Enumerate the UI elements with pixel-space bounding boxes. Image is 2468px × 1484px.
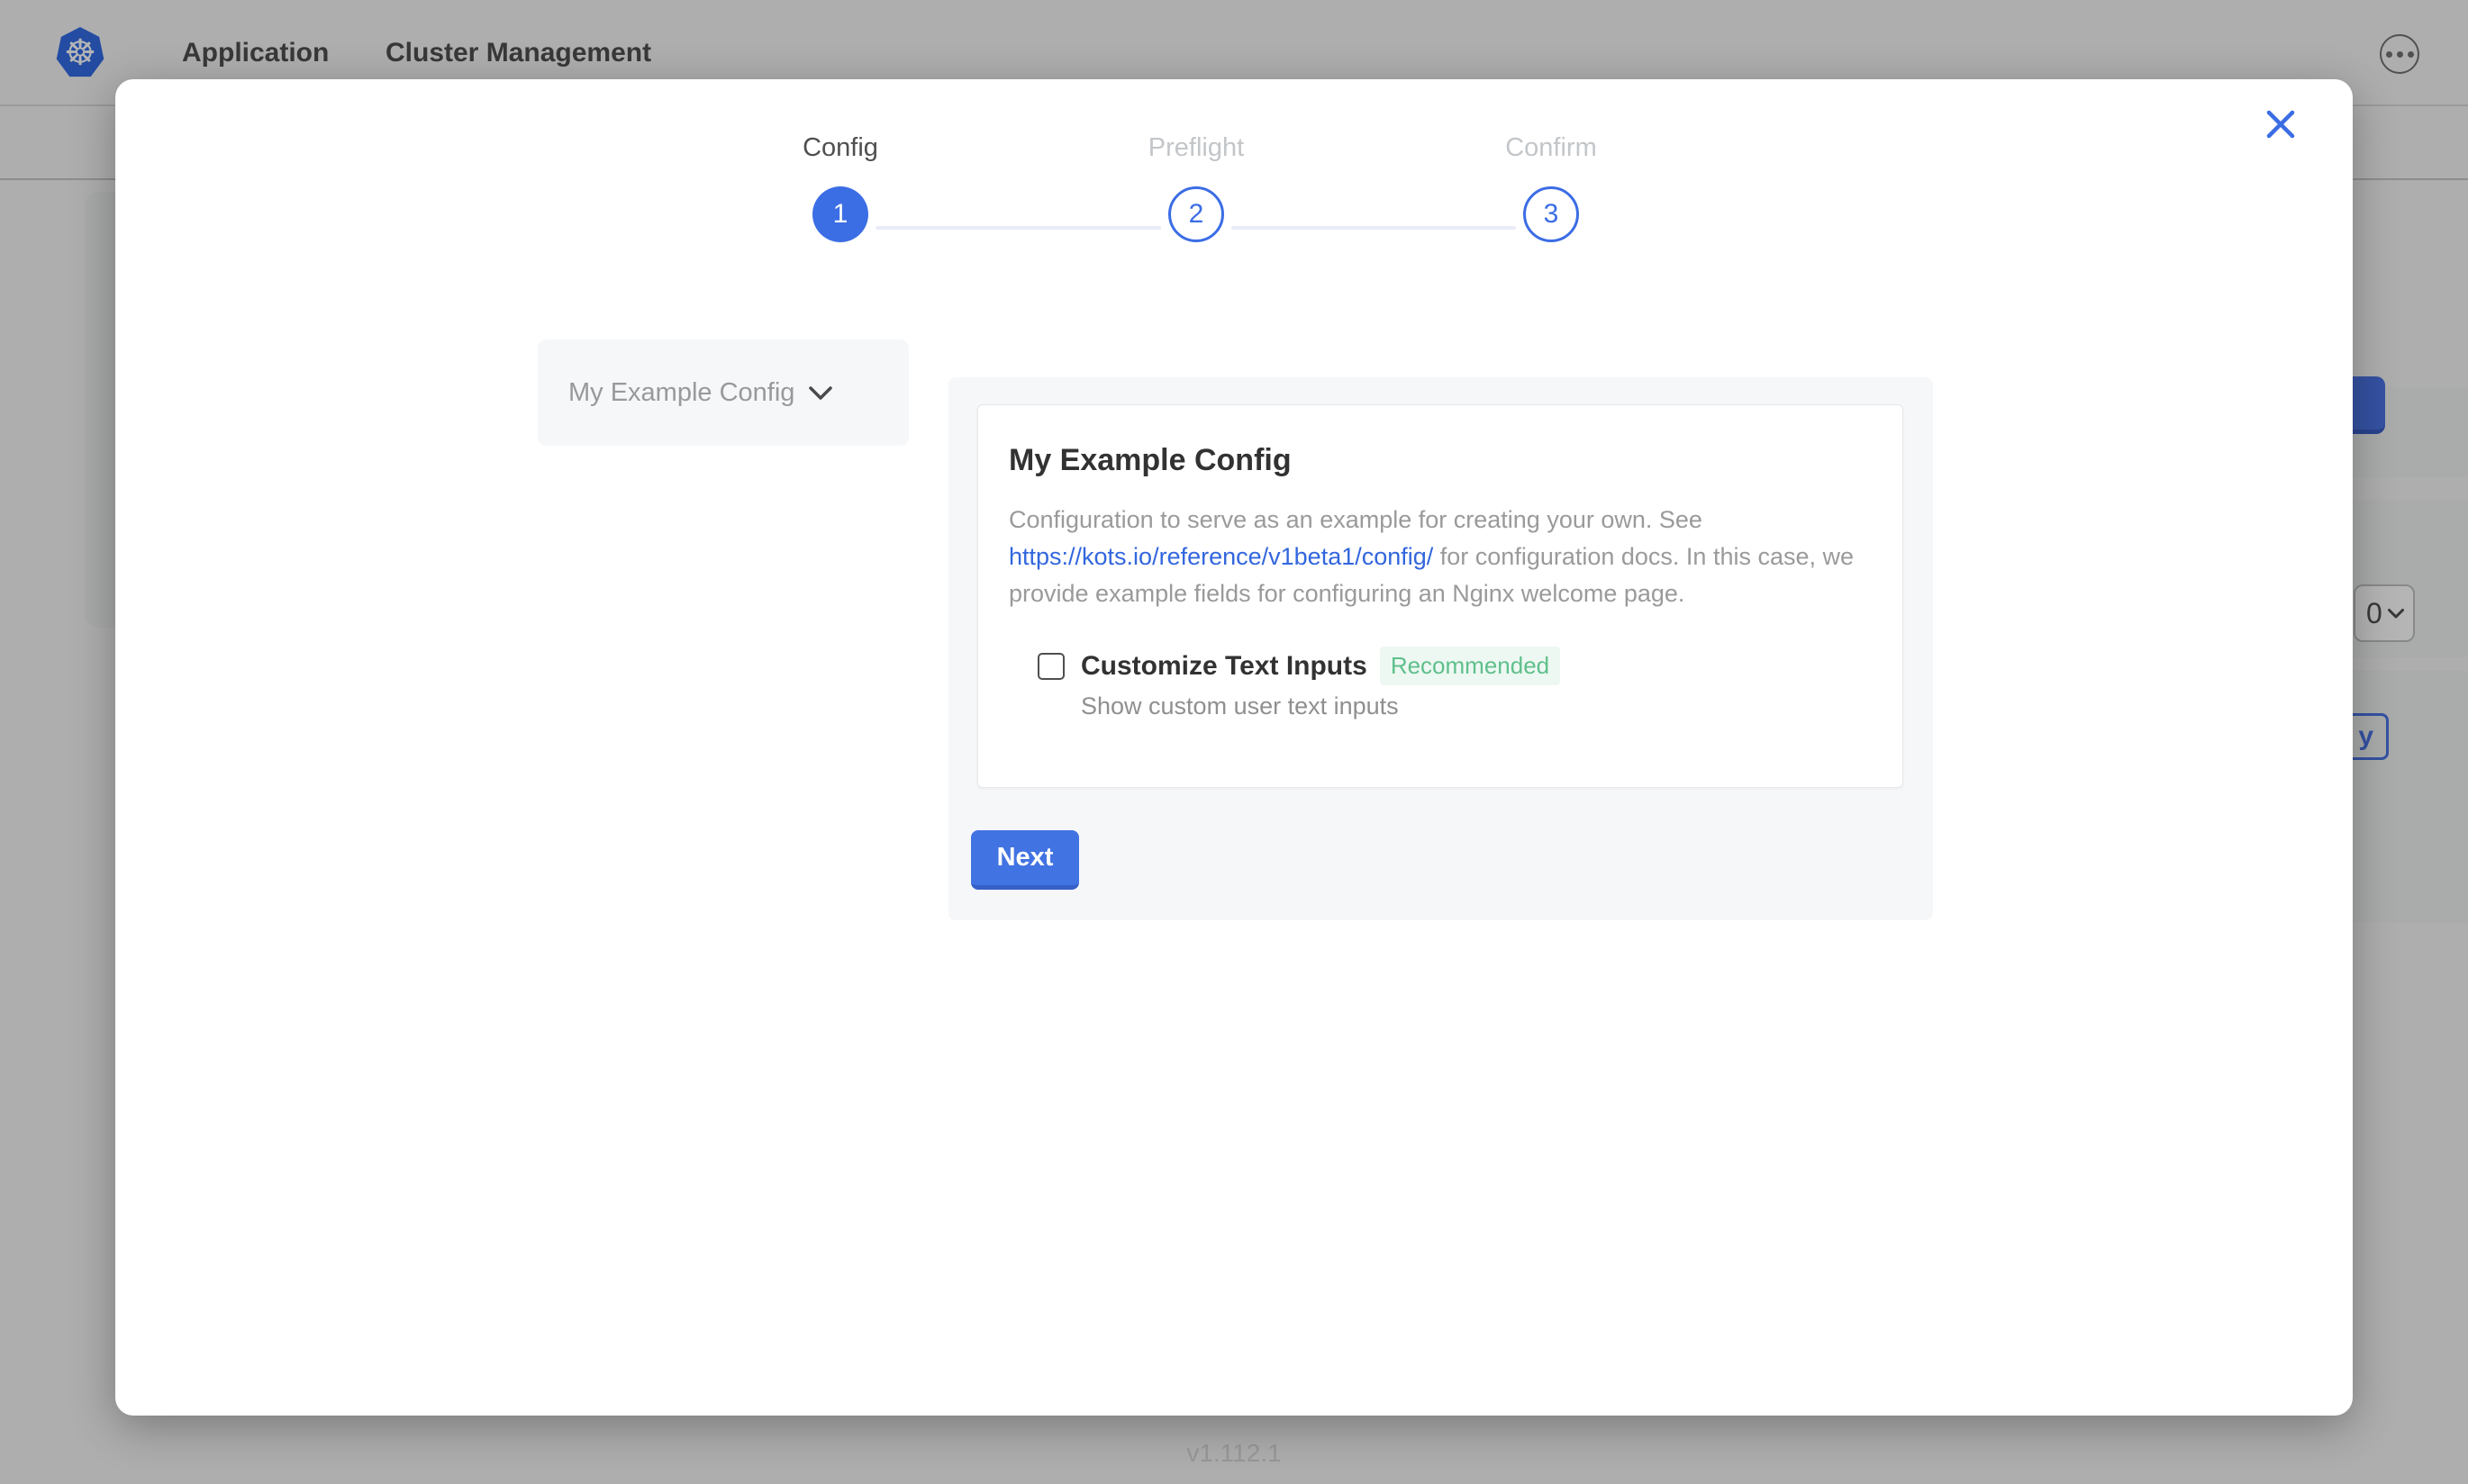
step-label: Confirm	[1416, 133, 1686, 163]
checkbox-help-text: Show custom user text inputs	[1081, 692, 1872, 720]
step-number: 1	[833, 201, 848, 228]
chevron-down-icon	[809, 386, 832, 400]
config-docs-link[interactable]: https://kots.io/reference/v1beta1/config…	[1009, 543, 1433, 570]
next-button[interactable]: Next	[971, 830, 1079, 890]
config-wizard-modal: Config 1 Preflight 2 Confirm 3 My Exampl…	[115, 79, 2353, 1416]
close-icon[interactable]	[2263, 106, 2299, 142]
step-label: Preflight	[1061, 133, 1331, 163]
screen: ☸ Application Cluster Management 0 y v1.…	[0, 0, 2468, 1484]
config-group-card: My Example Config Configuration to serve…	[977, 404, 1903, 788]
customize-text-inputs-checkbox[interactable]	[1038, 653, 1065, 680]
config-group-title: My Example Config	[1009, 443, 1872, 478]
checkbox-label: Customize Text Inputs	[1081, 651, 1367, 682]
description-text: Configuration to serve as an example for…	[1009, 506, 1702, 533]
customize-text-inputs-row: Customize Text Inputs Recommended	[1038, 647, 1872, 685]
step-confirm: Confirm 3	[1416, 133, 1686, 242]
step-number: 2	[1189, 201, 1204, 228]
config-group-selector[interactable]: My Example Config	[538, 339, 909, 446]
config-group-selector-label: My Example Config	[568, 378, 794, 408]
step-circle: 3	[1523, 186, 1579, 242]
recommended-badge: Recommended	[1380, 647, 1560, 685]
step-number: 3	[1544, 201, 1559, 228]
step-circle-active: 1	[812, 186, 868, 242]
config-group-description: Configuration to serve as an example for…	[1009, 502, 1901, 612]
step-circle: 2	[1168, 186, 1224, 242]
step-label: Config	[705, 133, 975, 163]
